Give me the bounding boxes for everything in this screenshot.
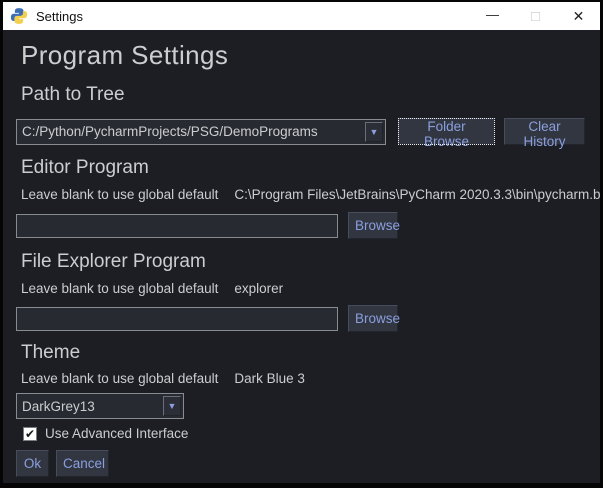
editor-input-row: Browse [16,212,600,239]
app-logo-icon [10,7,28,25]
settings-window: Settings — □ ✕ Program Settings Path to … [0,0,603,488]
explorer-default-value: explorer [234,281,283,297]
section-heading-editor-program: Editor Program [21,157,600,179]
theme-default-value: Dark Blue 3 [234,371,305,387]
close-icon: ✕ [573,8,585,25]
folder-combo: ▼ [16,119,386,145]
section-heading-theme: Theme [21,342,600,364]
chevron-down-icon: ▼ [370,127,379,137]
page-title: Program Settings [21,40,600,70]
settings-content: Program Settings Path to Tree ▼ Folder B… [3,30,600,483]
editor-hint-label: Leave blank to use global default [21,187,218,203]
footer-buttons: Ok Cancel [16,450,600,477]
ok-button[interactable]: Ok [16,450,49,477]
use-advanced-interface-checkbox[interactable]: ✔ [23,427,37,441]
use-advanced-interface-label: Use Advanced Interface [45,426,188,441]
chevron-down-icon: ▼ [168,401,177,411]
editor-program-input[interactable] [16,214,338,238]
window-title: Settings [36,9,83,24]
explorer-browse-button[interactable]: Browse [348,305,398,332]
section-heading-path-to-tree: Path to Tree [21,84,600,106]
path-to-tree-row: ▼ Folder Browse Clear History [16,118,600,145]
file-explorer-input[interactable] [16,307,338,331]
explorer-default-row: Leave blank to use global default explor… [21,281,600,297]
advanced-interface-row: ✔ Use Advanced Interface [23,426,600,441]
maximize-icon: □ [531,8,540,25]
maximize-button[interactable]: □ [514,2,557,30]
folder-combo-dropdown-button[interactable]: ▼ [365,122,383,142]
minimize-button[interactable]: — [471,2,514,30]
theme-combo-row: ▼ [16,393,600,419]
close-button[interactable]: ✕ [557,2,600,30]
explorer-hint-label: Leave blank to use global default [21,281,218,297]
theme-combo-input[interactable] [17,394,161,418]
theme-combo: ▼ [16,393,184,419]
folder-combo-input[interactable] [17,120,363,144]
theme-default-row: Leave blank to use global default Dark B… [21,371,600,387]
theme-hint-label: Leave blank to use global default [21,371,218,387]
section-heading-file-explorer: File Explorer Program [21,251,600,273]
titlebar: Settings — □ ✕ [3,2,600,30]
folder-browse-button[interactable]: Folder Browse [398,118,495,145]
editor-browse-button[interactable]: Browse [348,212,398,239]
clear-history-button[interactable]: Clear History [504,118,585,145]
cancel-button[interactable]: Cancel [56,450,109,477]
minimize-icon: — [486,7,499,22]
editor-default-value: C:\Program Files\JetBrains\PyCharm 2020.… [234,187,600,203]
explorer-input-row: Browse [16,305,600,332]
theme-combo-dropdown-button[interactable]: ▼ [163,396,181,416]
checkmark-icon: ✔ [25,427,35,441]
window-controls: — □ ✕ [471,2,600,30]
editor-default-row: Leave blank to use global default C:\Pro… [21,187,600,203]
